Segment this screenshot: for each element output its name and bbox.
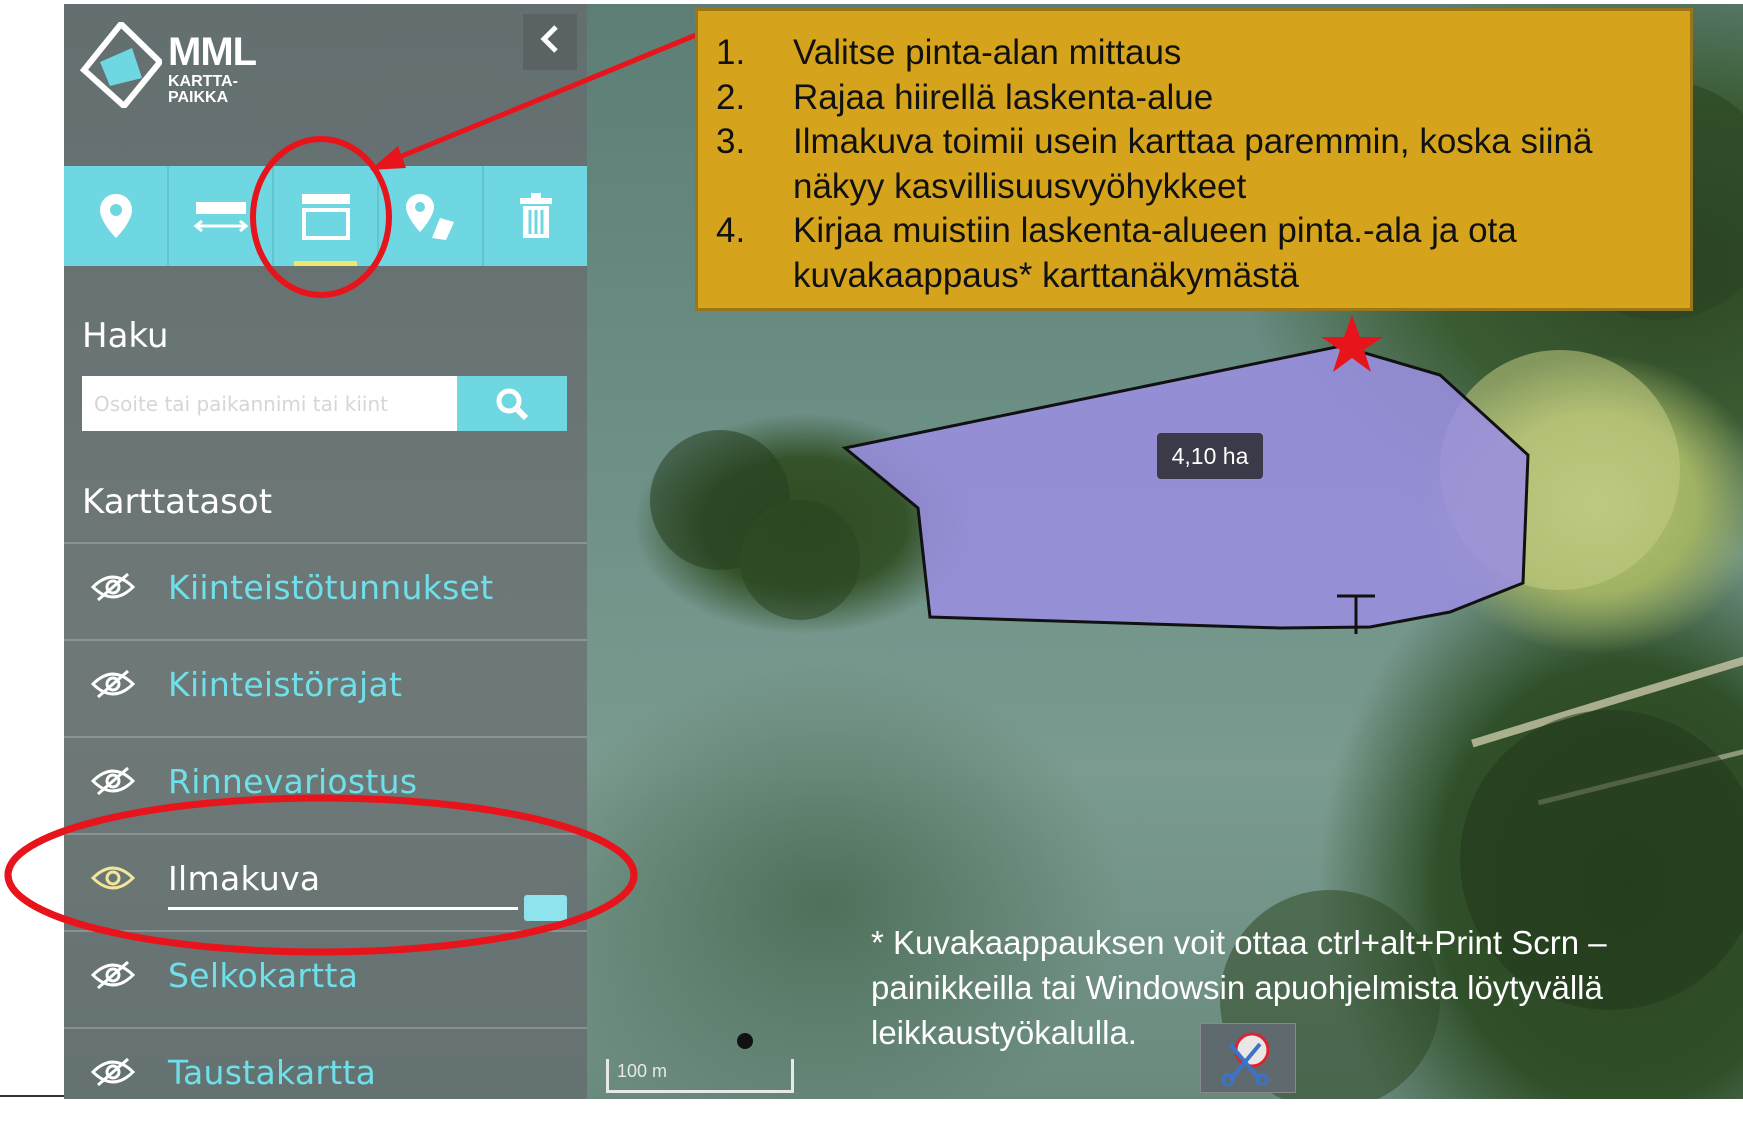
snipping-tool-icon <box>1200 1023 1296 1093</box>
scale-bar: 100 m <box>606 1059 794 1093</box>
divider <box>0 1095 64 1097</box>
footnote-text: * Kuvakaappauksen voit ottaa ctrl+alt+Pr… <box>871 924 1607 1051</box>
instruction-item: 4. Kirjaa muistiin laskenta-alueen pinta.… <box>716 211 1517 295</box>
annotation-arrowhead <box>370 146 406 170</box>
instruction-callout: 1. Valitse pinta-alan mittaus 2. Rajaa hii… <box>695 8 1693 311</box>
instruction-item: 3. Ilmakuva toimii usein karttaa paremmin… <box>716 122 1593 206</box>
instruction-item: 2. Rajaa hiirellä laskenta-alue <box>716 77 1214 117</box>
map-marker-dot <box>737 1033 753 1049</box>
annotation-arrow <box>384 32 697 166</box>
instruction-item: 1. Valitse pinta-alan mittaus <box>716 33 1182 72</box>
annotation-circle-ilmakuva <box>4 794 638 956</box>
scale-label: 100 m <box>617 1061 668 1081</box>
instruction-list: 1. Valitse pinta-alan mittaus 2. Rajaa hii… <box>698 31 1690 298</box>
annotation-circle-area-tool <box>250 136 392 298</box>
area-measurement-label: 4,10 ha <box>1157 433 1263 479</box>
